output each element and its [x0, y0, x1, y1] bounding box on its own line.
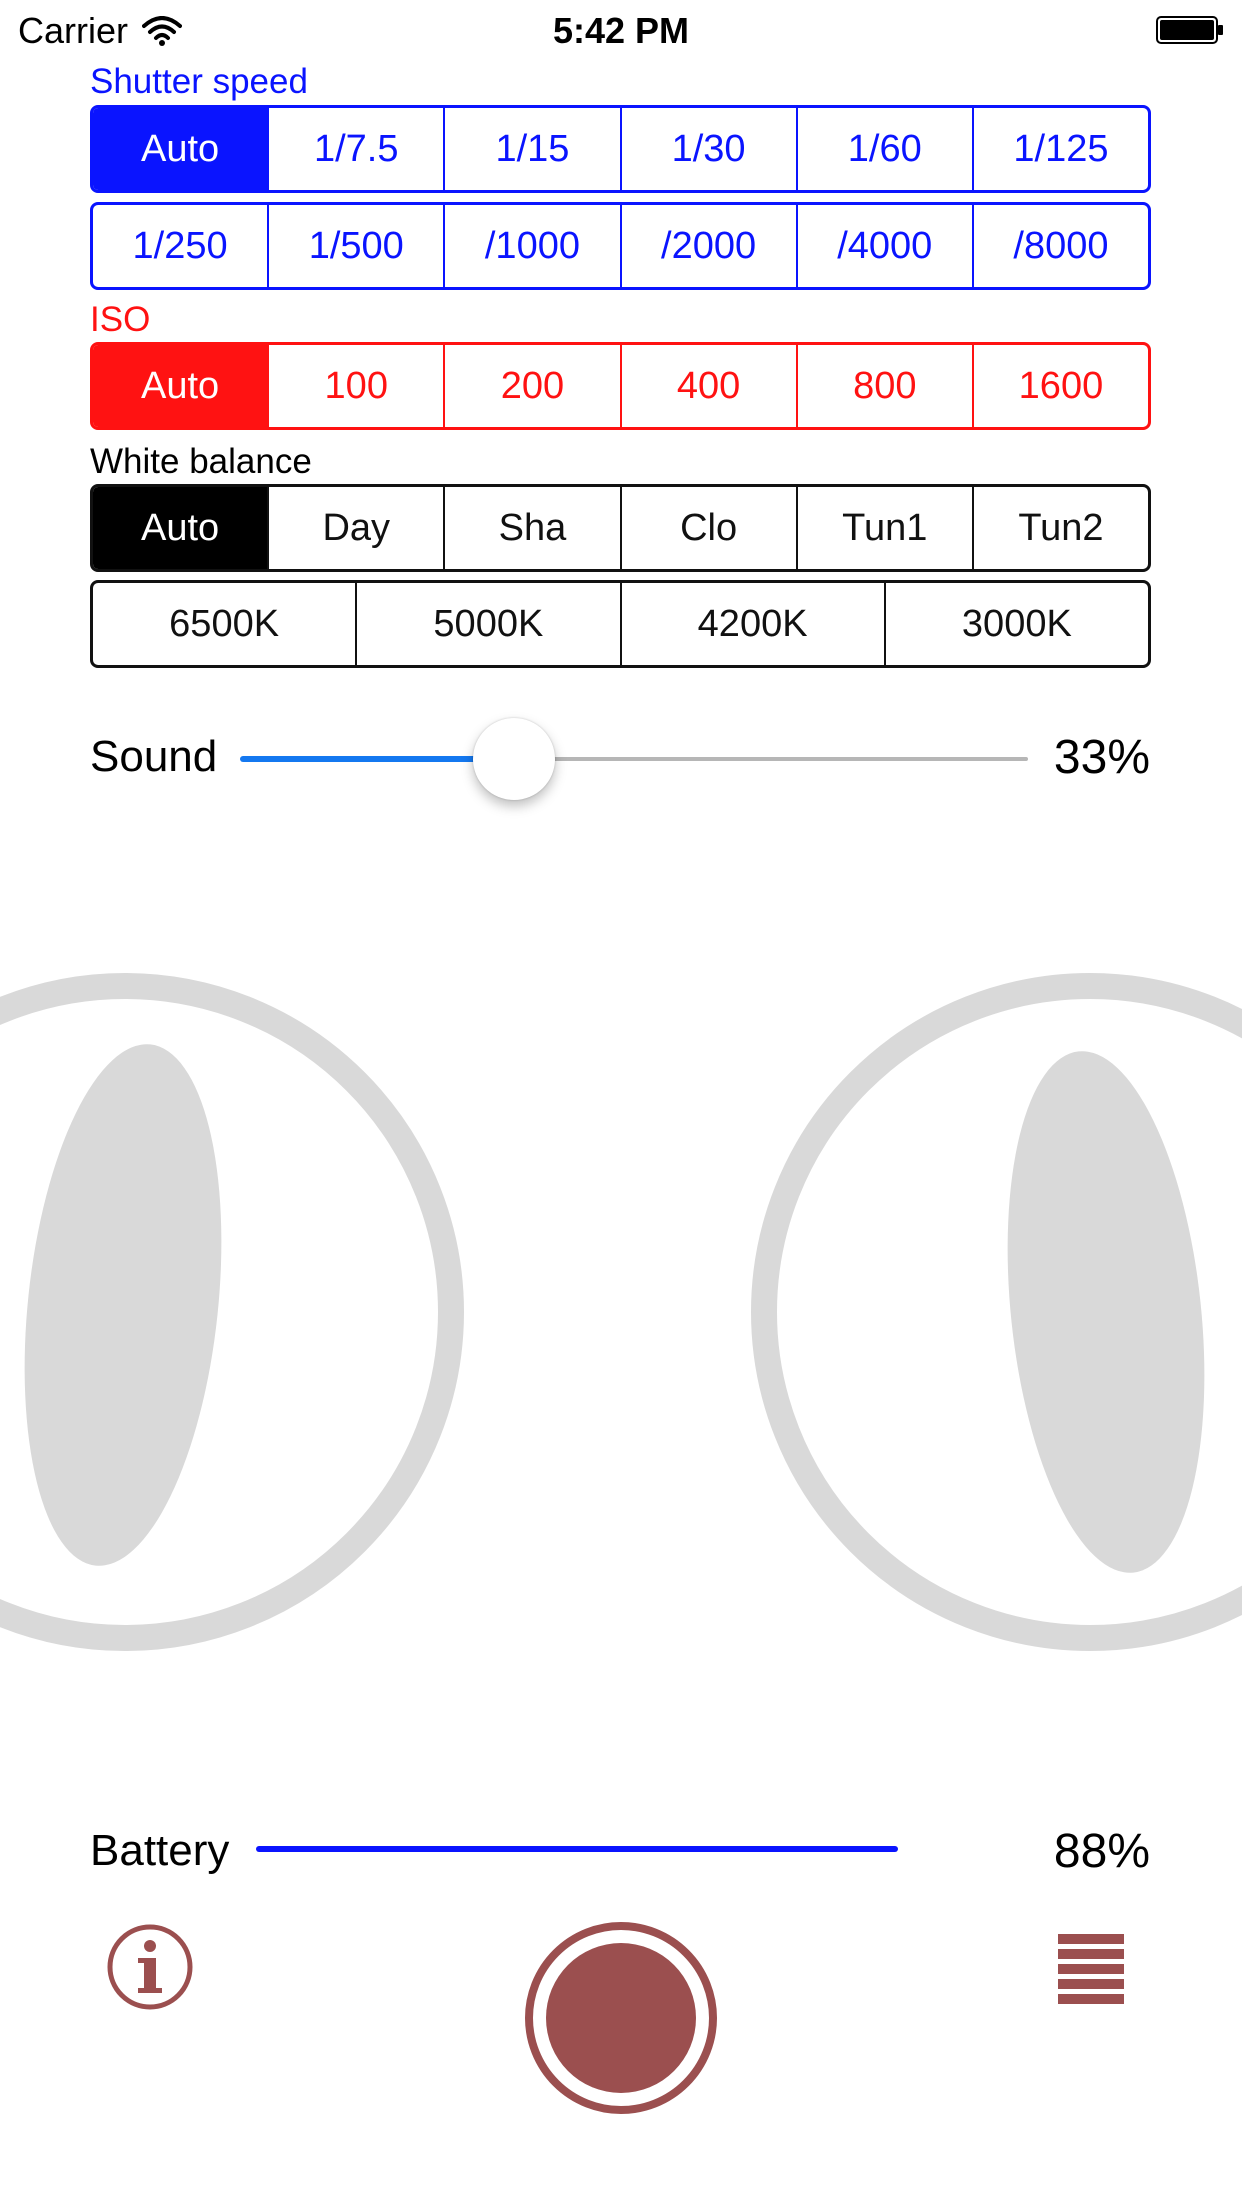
wb-option-4200k[interactable]: 4200K	[622, 583, 886, 665]
status-time: 5:42 PM	[552, 10, 690, 51]
white-balance-row1: Auto Day Sha Clo Tun1 Tun2	[90, 484, 1151, 572]
wb-option-cloudy[interactable]: Clo	[622, 487, 798, 569]
wb-option-shade[interactable]: Sha	[445, 487, 622, 569]
shutter-option-1-125[interactable]: 1/125	[974, 108, 1148, 190]
battery-status-icon	[1156, 16, 1223, 44]
cat-eyes-graphic	[0, 973, 1242, 1651]
wb-option-tungsten2[interactable]: Tun2	[974, 487, 1148, 569]
iso-option-400[interactable]: 400	[622, 345, 798, 427]
shutter-option-1-7-5[interactable]: 1/7.5	[269, 108, 446, 190]
iso-option-100[interactable]: 100	[269, 345, 446, 427]
battery-label: Battery	[90, 1826, 230, 1875]
iso-label: ISO	[90, 300, 151, 339]
menu-icon[interactable]	[1058, 1934, 1124, 2006]
sound-value: 33%	[1053, 731, 1150, 784]
iso-option-auto[interactable]: Auto	[93, 345, 270, 427]
shutter-option-1-30[interactable]: 1/30	[622, 108, 798, 190]
iso-option-1600[interactable]: 1600	[974, 345, 1148, 427]
shutter-option-4000[interactable]: /4000	[798, 205, 974, 287]
wb-option-auto[interactable]: Auto	[93, 487, 270, 569]
shutter-option-1-60[interactable]: 1/60	[798, 108, 974, 190]
info-icon[interactable]	[105, 1922, 195, 2012]
sound-slider-thumb[interactable]	[472, 718, 555, 800]
right-eye	[751, 973, 1242, 1651]
shutter-option-2000[interactable]: /2000	[622, 205, 798, 287]
shutter-speed-label: Shutter speed	[90, 62, 308, 101]
iso-option-200[interactable]: 200	[445, 345, 622, 427]
shutter-speed-row1: Auto 1/7.5 1/15 1/30 1/60 1/125	[90, 105, 1151, 193]
left-eye	[0, 973, 464, 1651]
wb-option-3000k[interactable]: 3000K	[886, 583, 1148, 665]
white-balance-label: White balance	[90, 442, 312, 481]
battery-value: 88%	[1053, 1825, 1150, 1878]
sound-label: Sound	[90, 732, 218, 781]
shutter-option-1000[interactable]: /1000	[445, 205, 622, 287]
wb-option-day[interactable]: Day	[269, 487, 446, 569]
shutter-option-8000[interactable]: /8000	[974, 205, 1148, 287]
battery-level-bar	[256, 1846, 898, 1852]
shutter-option-1-15[interactable]: 1/15	[445, 108, 622, 190]
wb-option-5000k[interactable]: 5000K	[357, 583, 622, 665]
shutter-option-1-500[interactable]: 1/500	[269, 205, 446, 287]
shutter-speed-row2: 1/250 1/500 /1000 /2000 /4000 /8000	[90, 202, 1151, 290]
record-button[interactable]	[523, 1920, 719, 2116]
iso-selector: Auto 100 200 400 800 1600	[90, 342, 1151, 430]
iso-option-800[interactable]: 800	[798, 345, 974, 427]
wb-option-6500k[interactable]: 6500K	[93, 583, 358, 665]
shutter-option-1-250[interactable]: 1/250	[93, 205, 270, 287]
shutter-option-auto[interactable]: Auto	[93, 108, 270, 190]
white-balance-row2: 6500K 5000K 4200K 3000K	[90, 580, 1151, 668]
sound-slider-track[interactable]	[513, 757, 1028, 761]
wb-option-tungsten1[interactable]: Tun1	[798, 487, 974, 569]
